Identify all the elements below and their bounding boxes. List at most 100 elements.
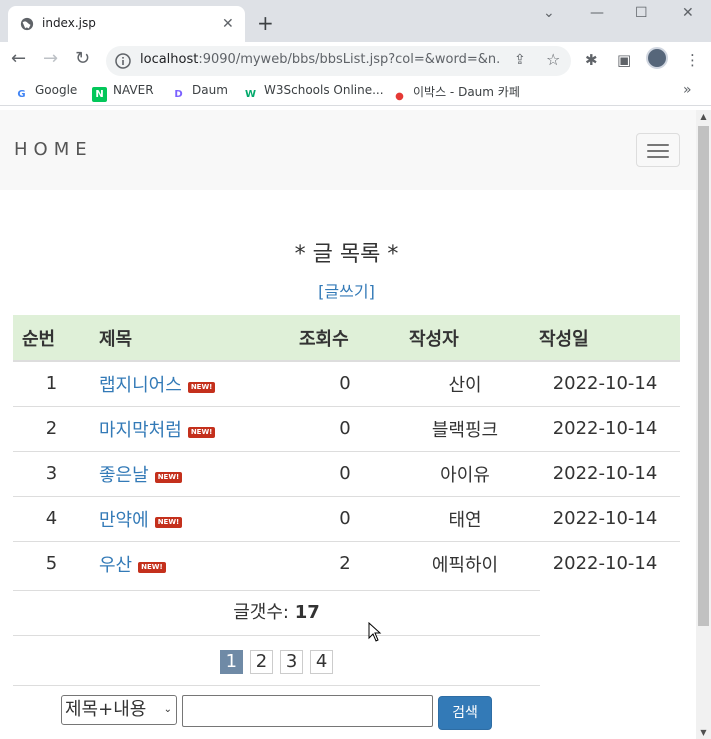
bookmarks-more-icon[interactable]: » (683, 82, 692, 98)
scroll-up-arrow-icon[interactable]: ▲ (696, 112, 711, 121)
page-link-4[interactable]: 4 (310, 650, 334, 674)
cell-views: 0 (290, 450, 400, 496)
profile-avatar[interactable] (646, 47, 668, 69)
search-input[interactable] (182, 695, 433, 727)
bookmark-daum-cafe[interactable]: ● 이박스 - Daum 카페 (392, 83, 520, 102)
header-date: 작성일 (530, 315, 680, 362)
close-window-button[interactable]: ✕ (682, 3, 694, 23)
page-link-3[interactable]: 3 (280, 650, 304, 674)
back-arrow-icon[interactable]: ← (11, 48, 26, 70)
search-field-select[interactable]: 제목+내용 ⌄ (61, 695, 177, 725)
extensions-puzzle-icon[interactable]: ✱ (585, 50, 598, 70)
cell-no: 4 (13, 495, 90, 541)
address-bar[interactable]: localhost:9090/myweb/bbs/bbsList.jsp?col… (106, 46, 571, 76)
bookmark-daum[interactable]: D Daum (171, 83, 228, 101)
menu-kebab-icon[interactable]: ⋮ (685, 50, 700, 70)
tab-search-dropdown-icon[interactable]: ⌄ (543, 3, 555, 23)
new-badge: NEW! (187, 426, 216, 438)
write-post-link[interactable]: [글쓰기] (0, 278, 693, 302)
daum-cafe-icon: ● (395, 91, 404, 102)
scrollbar-thumb[interactable] (698, 126, 709, 626)
post-count-value: 17 (294, 602, 320, 623)
new-tab-button[interactable]: + (257, 11, 274, 35)
post-count: 글갯수: 17 (13, 590, 540, 635)
browser-toolbar: ← → ↻ localhost:9090/myweb/bbs/bbsList.j… (0, 42, 711, 78)
new-badge: NEW! (187, 381, 216, 393)
cell-date: 2022-10-14 (530, 540, 680, 586)
post-title-link[interactable]: 우산 (99, 555, 132, 576)
new-badge: NEW! (154, 516, 183, 528)
header-author: 작성자 (400, 315, 530, 362)
pagination: 1 2 3 4 (13, 635, 540, 686)
bookmark-star-icon[interactable]: ☆ (546, 50, 560, 69)
page-link-2[interactable]: 2 (249, 650, 273, 674)
cell-title: 랩지니어스 NEW! (90, 360, 290, 406)
site-info-icon[interactable] (115, 53, 131, 69)
cell-author: 에픽하이 (400, 540, 530, 586)
new-badge: NEW! (138, 561, 166, 573)
table-row: 1 랩지니어스 NEW! 0 산이 2022-10-14 (13, 360, 680, 406)
share-icon[interactable]: ⇪ (514, 52, 526, 68)
cell-author: 아이유 (400, 450, 530, 496)
bookmark-label: Google (35, 83, 78, 97)
header-no: 순번 (13, 315, 90, 362)
header-views: 조회수 (290, 315, 400, 362)
maximize-button[interactable]: ☐ (635, 3, 648, 23)
new-badge: NEW! (154, 471, 183, 483)
reload-icon[interactable]: ↻ (75, 48, 90, 70)
cell-author: 산이 (400, 360, 530, 406)
google-icon: G (17, 89, 26, 100)
forward-arrow-icon[interactable]: → (43, 48, 58, 70)
page-viewport: HOME * 글 목록 * [글쓰기] 순번 제목 조회수 작성자 작성일 1 … (0, 110, 696, 739)
scroll-down-arrow-icon[interactable]: ▼ (696, 728, 711, 737)
bookmark-label: NAVER (113, 83, 154, 97)
hamburger-bar (647, 156, 669, 158)
chevron-down-icon: ⌄ (163, 704, 172, 715)
table-header-row: 순번 제목 조회수 작성자 작성일 (13, 315, 680, 362)
site-navbar: HOME (0, 110, 696, 190)
cell-title: 우산 NEW! (90, 540, 290, 586)
daum-icon: D (174, 89, 183, 100)
cell-date: 2022-10-14 (530, 405, 680, 451)
navbar-toggle-button[interactable] (636, 133, 680, 167)
hamburger-bar (647, 144, 669, 146)
cell-views: 0 (290, 360, 400, 406)
hamburger-bar (647, 150, 669, 152)
post-count-label: 글갯수: (233, 602, 295, 623)
mouse-cursor-icon (368, 622, 382, 642)
cell-author: 태연 (400, 495, 530, 541)
browser-tab[interactable]: index.jsp ✕ (8, 6, 245, 42)
post-title-link[interactable]: 랩지니어스 (99, 375, 182, 396)
bookmark-google[interactable]: G Google (14, 83, 77, 101)
globe-icon (20, 17, 34, 31)
table-row: 3 좋은날 NEW! 0 아이유 2022-10-14 (13, 450, 680, 496)
naver-icon: N (92, 87, 107, 102)
cell-title: 좋은날 NEW! (90, 450, 290, 496)
bookmark-w3schools[interactable]: W W3Schools Online... (243, 83, 384, 101)
cell-views: 2 (290, 540, 400, 586)
cell-views: 0 (290, 495, 400, 541)
url-host: localhost (140, 52, 199, 67)
cell-author: 블랙핑크 (400, 405, 530, 451)
bookmarks-bar: G Google N NAVER D Daum W W3Schools Online..… (0, 78, 711, 106)
search-button[interactable]: 검색 (438, 696, 492, 730)
post-title-link[interactable]: 만약에 (99, 510, 149, 531)
table-row: 2 마지막처럼 NEW! 0 블랙핑크 2022-10-14 (13, 405, 680, 451)
minimize-button[interactable]: — (590, 3, 604, 23)
search-form: 제목+내용 ⌄ 검색 (0, 695, 540, 731)
side-panel-icon[interactable]: ▣ (617, 50, 631, 70)
cell-no: 5 (13, 540, 90, 586)
post-list-table: 순번 제목 조회수 작성자 작성일 1 랩지니어스 NEW! 0 산이 2022-… (13, 315, 680, 586)
post-title-link[interactable]: 마지막처럼 (99, 420, 182, 441)
vertical-scrollbar[interactable]: ▲ ▼ (696, 110, 711, 739)
header-title: 제목 (90, 315, 290, 362)
bookmark-label: W3Schools Online... (264, 83, 384, 97)
bookmark-naver[interactable]: N NAVER (92, 83, 154, 102)
tab-close-icon[interactable]: ✕ (222, 15, 234, 33)
post-title-link[interactable]: 좋은날 (99, 465, 149, 486)
navbar-brand-home[interactable]: HOME (14, 139, 93, 160)
cell-date: 2022-10-14 (530, 360, 680, 406)
cell-no: 2 (13, 405, 90, 451)
table-row: 5 우산 NEW! 2 에픽하이 2022-10-14 (13, 540, 680, 586)
page-link-1[interactable]: 1 (219, 650, 243, 674)
